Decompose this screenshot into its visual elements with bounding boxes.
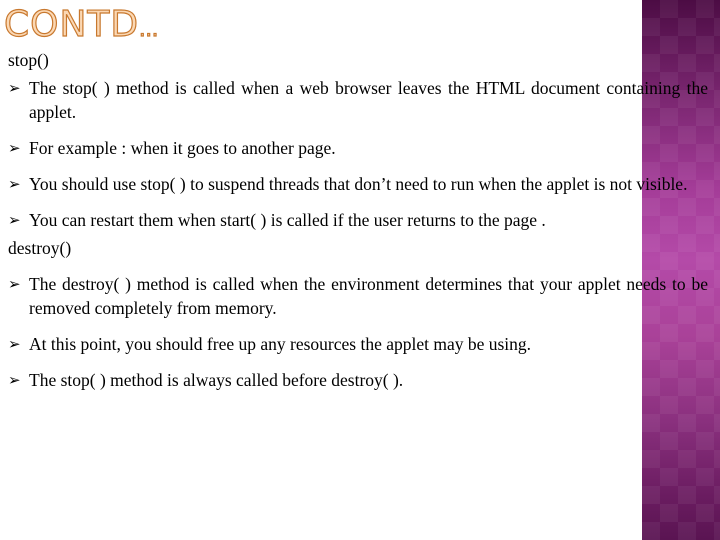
bullet-item: ➢ The stop( ) method is called when a we… xyxy=(8,76,708,124)
section-heading-stop: stop() xyxy=(8,50,49,70)
slide-title-ellipsis: ... xyxy=(139,16,159,41)
arrowhead-bullet-icon: ➢ xyxy=(8,335,21,353)
bullet-item: ➢ For example : when it goes to another … xyxy=(8,136,708,160)
arrowhead-bullet-icon: ➢ xyxy=(8,275,21,293)
arrowhead-bullet-icon: ➢ xyxy=(8,139,21,157)
bullet-item: ➢ The stop( ) method is always called be… xyxy=(8,368,708,392)
bullet-item: ➢ At this point, you should free up any … xyxy=(8,332,708,356)
arrowhead-bullet-icon: ➢ xyxy=(8,79,21,97)
bullet-item: ➢ You can restart them when start( ) is … xyxy=(8,208,708,232)
bullet-item: ➢ The destroy( ) method is called when t… xyxy=(8,272,708,320)
arrowhead-bullet-icon: ➢ xyxy=(8,211,21,229)
bullet-text: The destroy( ) method is called when the… xyxy=(29,274,708,318)
bullet-text: You can restart them when start( ) is ca… xyxy=(29,210,546,230)
slide: CONTD... stop() ➢ The stop( ) method is … xyxy=(0,0,720,540)
bullet-text: At this point, you should free up any re… xyxy=(29,334,532,354)
arrowhead-bullet-icon: ➢ xyxy=(8,175,21,193)
slide-title: CONTD... xyxy=(3,3,159,50)
slide-title-text: CONTD xyxy=(3,3,140,45)
arrowhead-bullet-icon: ➢ xyxy=(8,371,21,389)
bullet-text: The stop( ) method is always called befo… xyxy=(29,370,404,390)
slide-body: stop() ➢ The stop( ) method is called wh… xyxy=(8,48,708,392)
bullet-text: For example : when it goes to another pa… xyxy=(29,138,336,158)
section-heading-destroy: destroy() xyxy=(8,238,72,258)
bullet-item: ➢ You should use stop( ) to suspend thre… xyxy=(8,172,708,196)
bullet-text: The stop( ) method is called when a web … xyxy=(29,78,708,122)
bullet-text: You should use stop( ) to suspend thread… xyxy=(29,174,688,194)
